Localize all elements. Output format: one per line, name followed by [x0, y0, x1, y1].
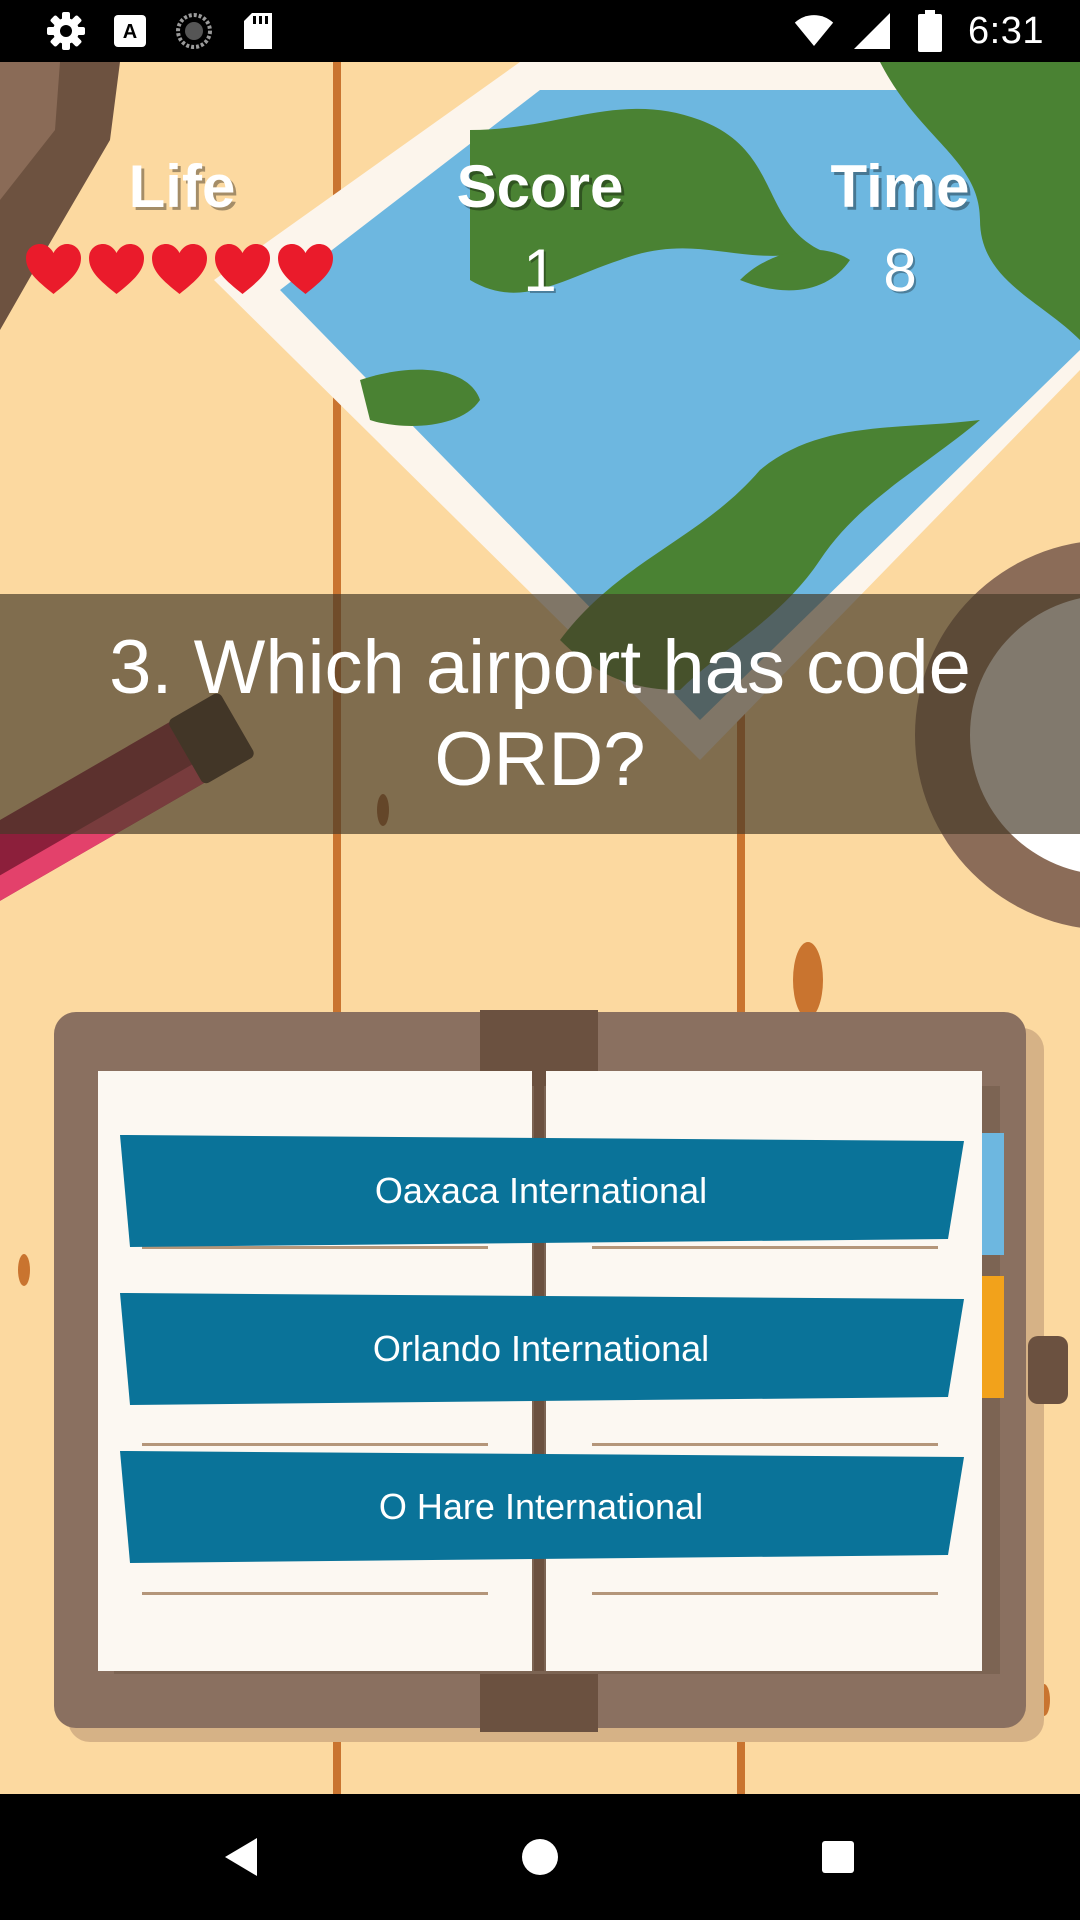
sd-card-icon	[238, 11, 278, 51]
recents-icon[interactable]	[805, 1824, 871, 1890]
gear-icon	[46, 11, 86, 51]
question-text: 3. Which airport has code ORD?	[109, 625, 971, 802]
heart-icon	[152, 244, 207, 294]
clock-time: 6:31	[968, 9, 1044, 52]
answer-button[interactable]: Orlando International	[118, 1291, 964, 1407]
heart-icon	[89, 244, 144, 294]
answer-button[interactable]: Oaxaca International	[118, 1133, 964, 1249]
answer-button[interactable]: O Hare International	[118, 1449, 964, 1565]
heart-icon	[215, 244, 270, 294]
score-value: 1	[523, 237, 557, 304]
battery-icon	[910, 10, 950, 52]
answer-label: Orlando International	[372, 1328, 710, 1369]
lives-hearts	[26, 244, 333, 296]
wifi-icon	[794, 11, 834, 51]
heart-icon	[278, 244, 333, 294]
keyboard-a-icon: A	[110, 11, 150, 51]
status-bar: A 6:31	[0, 0, 1080, 62]
cell-signal-icon	[852, 11, 892, 51]
heart-icon	[26, 244, 81, 294]
home-icon[interactable]	[507, 1824, 573, 1890]
answer-label: O Hare International	[378, 1486, 704, 1527]
svg-text:A: A	[123, 21, 137, 43]
question-banner: 3. Which airport has code ORD?	[0, 594, 1080, 834]
back-icon[interactable]	[208, 1824, 274, 1890]
loading-spinner-icon	[174, 11, 214, 51]
time-value: 8	[883, 237, 917, 304]
score-label: Score	[456, 153, 624, 220]
answer-label: Oaxaca International	[374, 1170, 708, 1211]
time-label: Time	[830, 153, 970, 220]
navigation-bar	[0, 1794, 1080, 1920]
life-label: Life	[128, 153, 236, 220]
game-screen: A 6:31 Life Score 1 Time 8 3. Which airp…	[0, 0, 1080, 1920]
